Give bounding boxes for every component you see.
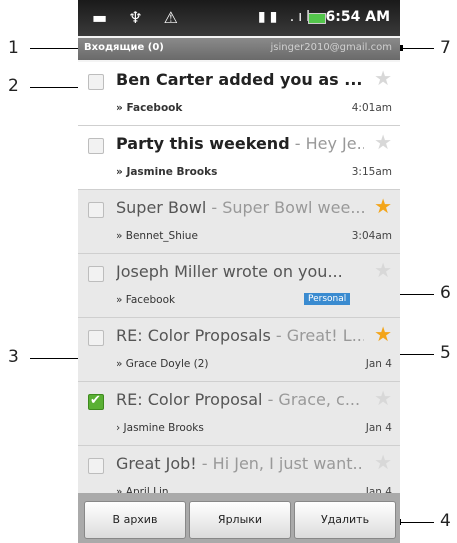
star-icon[interactable]: ★	[374, 66, 392, 90]
callout-3: 3	[8, 347, 19, 367]
status-bar: ▬ ♆ ⚠ ▮▮ .ıl 6:54 AM	[78, 0, 400, 36]
callout-7: 7	[440, 38, 451, 58]
message-sender: » Jasmine Brooks	[116, 166, 218, 178]
message-row[interactable]: Party this weekend - Hey Je... ★ » Jasmine…	[78, 126, 400, 190]
select-checkbox[interactable]	[88, 138, 104, 154]
message-time: 4:01am	[351, 102, 392, 114]
message-subject-line: Party this weekend - Hey Je...	[116, 134, 364, 153]
message-subject: Great Job!	[116, 454, 197, 473]
select-checkbox[interactable]	[88, 393, 104, 410]
message-subject-line: RE: Color Proposal - Grace, c...	[116, 390, 364, 409]
callout-6: 6	[440, 283, 451, 303]
message-row[interactable]: Super Bowl - Super Bowl wee... ★ » Bennet_…	[78, 190, 400, 254]
callout-4: 4	[440, 511, 451, 531]
message-snippet: - Hey Je...	[289, 134, 364, 153]
message-time: 3:15am	[351, 166, 392, 178]
star-icon[interactable]: ★	[374, 194, 392, 218]
star-icon[interactable]: ★	[374, 450, 392, 474]
callout-4-line	[398, 522, 434, 523]
phone-screen: ▬ ♆ ⚠ ▮▮ .ıl 6:54 AM Входящие (0) jsinge…	[78, 0, 400, 543]
message-time: Jan 4	[365, 358, 392, 370]
callout-5: 5	[440, 343, 451, 363]
message-sender: » Facebook	[116, 294, 176, 306]
message-subject: Super Bowl	[116, 198, 207, 217]
message-sender: » Grace Doyle (2)	[116, 358, 209, 370]
message-subject: RE: Color Proposal	[116, 390, 263, 409]
message-row[interactable]: Joseph Miller wrote on you... ★ » Facebook…	[78, 254, 400, 318]
callout-1-line	[30, 48, 80, 49]
message-row[interactable]: RE: Color Proposals - Great! L... ★ » Grac…	[78, 318, 400, 382]
battery-icon	[308, 13, 326, 24]
message-sender: › Jasmine Brooks	[116, 422, 204, 434]
label-tag: Personal	[304, 293, 351, 305]
star-icon[interactable]: ★	[374, 130, 392, 154]
message-row[interactable]: RE: Color Proposal - Grace, c... ★ › Jasmi…	[78, 382, 400, 446]
select-checkbox[interactable]	[88, 330, 104, 346]
message-sender: » Facebook	[116, 102, 183, 114]
message-snippet: - Super Bowl wee...	[206, 198, 364, 217]
inbox-title: Входящие (0)	[84, 42, 164, 53]
signal-icon: ▮▮ .ıl	[257, 9, 314, 25]
message-time: 3:04am	[351, 230, 392, 242]
message-subject-line: Great Job! - Hi Jen, I just want...	[116, 454, 364, 473]
select-checkbox[interactable]	[88, 458, 104, 474]
message-snippet: - Hi Jen, I just want...	[196, 454, 364, 473]
star-icon[interactable]: ★	[374, 322, 392, 346]
message-subject: Party this weekend	[116, 134, 290, 153]
select-checkbox[interactable]	[88, 266, 104, 282]
callout-2: 2	[8, 76, 19, 96]
message-sender: » Bennet_Shiue	[116, 230, 198, 242]
action-bar: В архив Ярлыки Удалить	[78, 493, 400, 543]
message-snippet: - Great! L...	[270, 326, 364, 345]
message-subject-line: RE: Color Proposals - Great! L...	[116, 326, 364, 345]
inbox-header: Входящие (0) jsinger2010@gmail.com	[78, 38, 400, 60]
message-subject: Ben Carter added you as ...	[116, 70, 363, 89]
callout-1: 1	[8, 38, 19, 58]
message-row[interactable]: Ben Carter added you as ... ★ » Facebook 4:…	[78, 62, 400, 126]
message-snippet: - Grace, c...	[262, 390, 361, 409]
archive-button[interactable]: В архив	[84, 501, 186, 539]
account-email: jsinger2010@gmail.com	[270, 42, 392, 53]
notification-icons: ▬ ♆ ⚠	[92, 8, 186, 27]
message-time: Jan 4	[365, 422, 392, 434]
message-subject-line: Joseph Miller wrote on you...	[116, 262, 364, 281]
callout-7-line	[400, 48, 434, 49]
message-subject: Joseph Miller wrote on you...	[116, 262, 343, 281]
select-checkbox[interactable]	[88, 202, 104, 218]
message-subject-line: Super Bowl - Super Bowl wee...	[116, 198, 364, 217]
star-icon[interactable]: ★	[374, 258, 392, 282]
delete-button[interactable]: Удалить	[294, 501, 396, 539]
message-subject: RE: Color Proposals	[116, 326, 271, 345]
message-list: Ben Carter added you as ... ★ » Facebook 4:…	[78, 62, 400, 510]
select-checkbox[interactable]	[88, 74, 104, 90]
message-subject-line: Ben Carter added you as ...	[116, 70, 364, 89]
status-time: 6:54 AM	[325, 9, 390, 25]
star-icon[interactable]: ★	[374, 386, 392, 410]
labels-button[interactable]: Ярлыки	[189, 501, 291, 539]
